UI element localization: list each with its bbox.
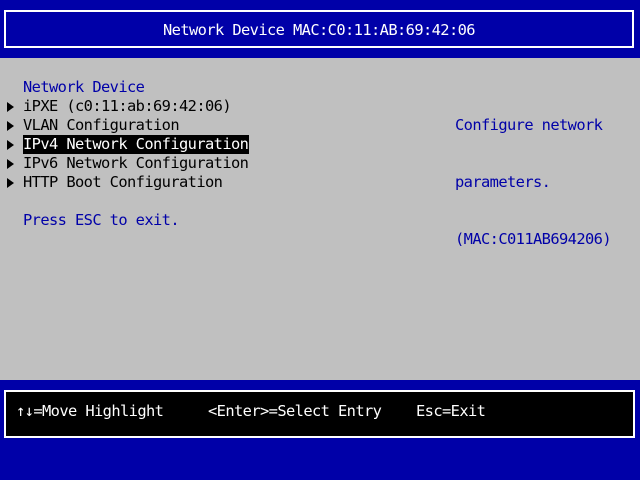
exit-key-hint: Esc=Exit [416, 402, 486, 420]
help-line: (MAC:C011AB694206) [455, 230, 612, 248]
select-entry-hint: <Enter>=Select Entry [208, 402, 382, 420]
bottom-area: ↑↓=Move Highlight <Enter>=Select Entry E… [0, 380, 640, 480]
exit-hint: Press ESC to exit. [23, 211, 180, 229]
form-title: Network Device [23, 78, 145, 96]
submenu-arrow-icon [7, 121, 14, 131]
menu-item-label: HTTP Boot Configuration [23, 173, 223, 191]
page-title: Network Device MAC:C0:11:AB:69:42:06 [163, 21, 476, 39]
submenu-arrow-icon [7, 140, 14, 150]
submenu-arrow-icon [7, 159, 14, 169]
move-highlight-hint: ↑↓=Move Highlight [16, 402, 164, 420]
title-bar: Network Device MAC:C0:11:AB:69:42:06 [4, 10, 634, 48]
menu-item-label: IPv6 Network Configuration [23, 154, 249, 172]
menu-item-label: VLAN Configuration [23, 116, 180, 134]
help-line: Configure network [455, 116, 603, 134]
help-line: parameters. [455, 173, 551, 191]
help-text: Configure network parameters. (MAC:C011A… [455, 78, 612, 287]
bios-setup-screen: Network Device MAC:C0:11:AB:69:42:06 Net… [0, 0, 640, 480]
submenu-arrow-icon [7, 178, 14, 188]
submenu-arrow-icon [7, 102, 14, 112]
menu-item-label: iPXE (c0:11:ab:69:42:06) [23, 97, 232, 115]
menu-item-label: IPv4 Network Configuration [23, 135, 250, 154]
form-panel: Network Device iPXE (c0:11:ab:69:42:06) … [0, 58, 640, 380]
key-help-bar: ↑↓=Move Highlight <Enter>=Select Entry E… [4, 390, 635, 438]
